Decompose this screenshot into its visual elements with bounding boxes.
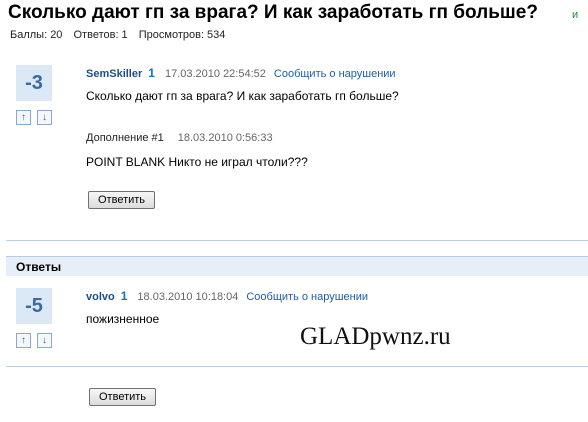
addition-text: POINT BLANK Никто не играл чтоли??? [86, 155, 308, 169]
watermark: GLADpwnz.ru [300, 323, 451, 350]
answer-date: 18.03.2010 10:18:04 [137, 291, 239, 303]
question-meta: SemSkiller 1 17.03.2010 22:54:52 Сообщить о… [86, 66, 396, 80]
report-violation-link[interactable]: Сообщить о нарушении [246, 291, 368, 303]
answer-author-link[interactable]: volvo [86, 291, 115, 303]
question-vote-score: -3 [16, 65, 52, 101]
addition-date: 18.03.2010 0:56:33 [177, 132, 273, 144]
page-title: Сколько дают гп за врага? И как заработа… [8, 2, 538, 23]
divider [6, 240, 588, 241]
divider [6, 366, 588, 367]
question-stats: Баллы: 20 Ответов: 1 Просмотров: 534 [10, 29, 233, 41]
question-text: Сколько дают гп за врага? И как заработа… [86, 89, 399, 103]
report-violation-link[interactable]: Сообщить о нарушении [274, 68, 396, 80]
arrow-up-icon[interactable]: ↑ [16, 110, 31, 125]
question-author-link[interactable]: SemSkiller [86, 68, 142, 80]
reply-button[interactable]: Ответить [88, 191, 156, 209]
question-date: 17.03.2010 22:54:52 [164, 68, 266, 80]
user-level-badge: 1 [120, 289, 128, 303]
addition-header: Дополнение #1 18.03.2010 0:56:33 [86, 132, 281, 144]
reply-button-bottom[interactable]: Ответить [89, 388, 157, 406]
arrow-down-icon[interactable]: ↓ [37, 333, 52, 348]
answer-meta: volvo 1 18.03.2010 10:18:04 Сообщить о нару… [86, 289, 368, 303]
answers-section-header: Ответы [6, 256, 588, 276]
arrow-down-icon[interactable]: ↓ [37, 110, 52, 125]
answer-vote-score: -5 [16, 288, 52, 324]
views-stat: Просмотров: 534 [138, 29, 226, 41]
arrow-up-icon[interactable]: ↑ [16, 333, 31, 348]
user-level-badge: 1 [148, 66, 155, 80]
answer-text: пожизненное [86, 312, 160, 326]
answers-count-stat: Ответов: 1 [73, 29, 128, 41]
addition-label: Дополнение #1 [86, 132, 164, 144]
title-tag[interactable]: и [572, 9, 578, 21]
score-stat: Баллы: 20 [10, 29, 63, 41]
